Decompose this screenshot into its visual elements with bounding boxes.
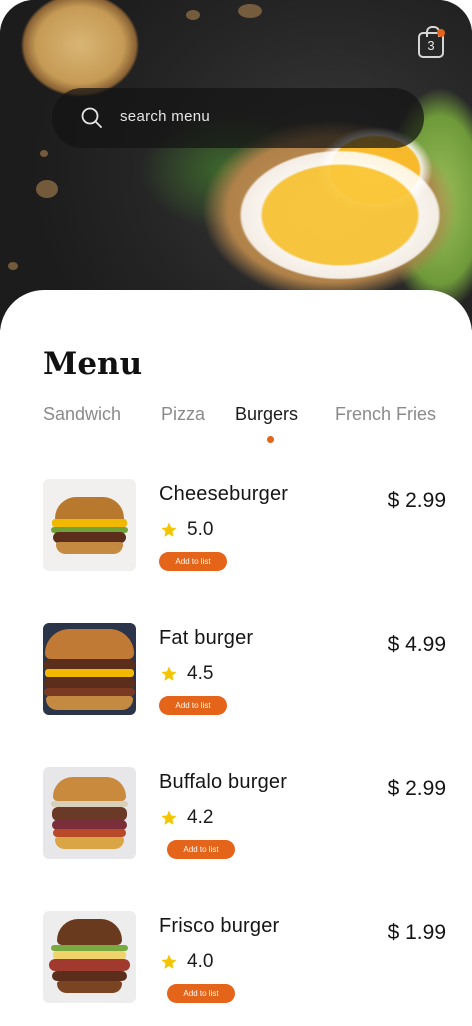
search-bar[interactable]: search menu: [52, 88, 424, 148]
menu-sheet: Menu Sandwich Pizza Burgers French Fries…: [0, 290, 472, 1026]
tab-french-fries[interactable]: French Fries: [335, 404, 436, 425]
active-tab-indicator: [267, 436, 274, 443]
cart-button[interactable]: 3: [418, 26, 445, 58]
tab-pizza[interactable]: Pizza: [161, 404, 205, 425]
cart-notification-dot: [437, 29, 445, 37]
item-price: $ 1.99: [387, 921, 446, 944]
phone-screen: 3 search menu Menu Sandwich Pizza Burger…: [0, 0, 472, 1026]
tab-burgers[interactable]: Burgers: [235, 404, 298, 425]
burger-image: [43, 479, 136, 571]
star-icon: [161, 954, 177, 969]
star-icon: [161, 666, 177, 681]
hero-food-image: 3 search menu: [0, 0, 472, 330]
item-price: $ 2.99: [387, 489, 446, 512]
star-icon: [161, 522, 177, 537]
item-name: Buffalo burger: [159, 771, 288, 793]
item-rating: 4.0: [187, 951, 214, 972]
burger-image: [43, 623, 136, 715]
menu-item: Cheeseburger 5.0 Add to list $ 2.99: [0, 479, 472, 599]
item-name: Fat burger: [159, 627, 254, 649]
page-title: Menu: [43, 346, 143, 382]
item-rating: 4.2: [187, 807, 214, 828]
add-to-list-button[interactable]: Add to list: [167, 984, 235, 1003]
burger-image: [43, 911, 136, 1003]
search-icon: [81, 107, 102, 128]
tab-sandwich[interactable]: Sandwich: [43, 404, 121, 425]
menu-item: Fat burger 4.5 Add to list $ 4.99: [0, 623, 472, 743]
item-name: Cheeseburger: [159, 483, 289, 505]
item-price: $ 2.99: [387, 777, 446, 800]
star-icon: [161, 810, 177, 825]
add-to-list-button[interactable]: Add to list: [159, 696, 227, 715]
add-to-list-button[interactable]: Add to list: [167, 840, 235, 859]
cart-count: 3: [427, 37, 435, 53]
item-rating: 4.5: [187, 663, 214, 684]
menu-item: Frisco burger 4.0 Add to list $ 1.99: [0, 911, 472, 1026]
item-price: $ 4.99: [387, 633, 446, 656]
item-rating: 5.0: [187, 519, 214, 540]
category-tabs: Sandwich Pizza Burgers French Fries: [0, 404, 472, 444]
search-input[interactable]: search menu: [120, 108, 210, 125]
add-to-list-button[interactable]: Add to list: [159, 552, 227, 571]
burger-image: [43, 767, 136, 859]
item-name: Frisco burger: [159, 915, 280, 937]
menu-item: Buffalo burger 4.2 Add to list $ 2.99: [0, 767, 472, 887]
